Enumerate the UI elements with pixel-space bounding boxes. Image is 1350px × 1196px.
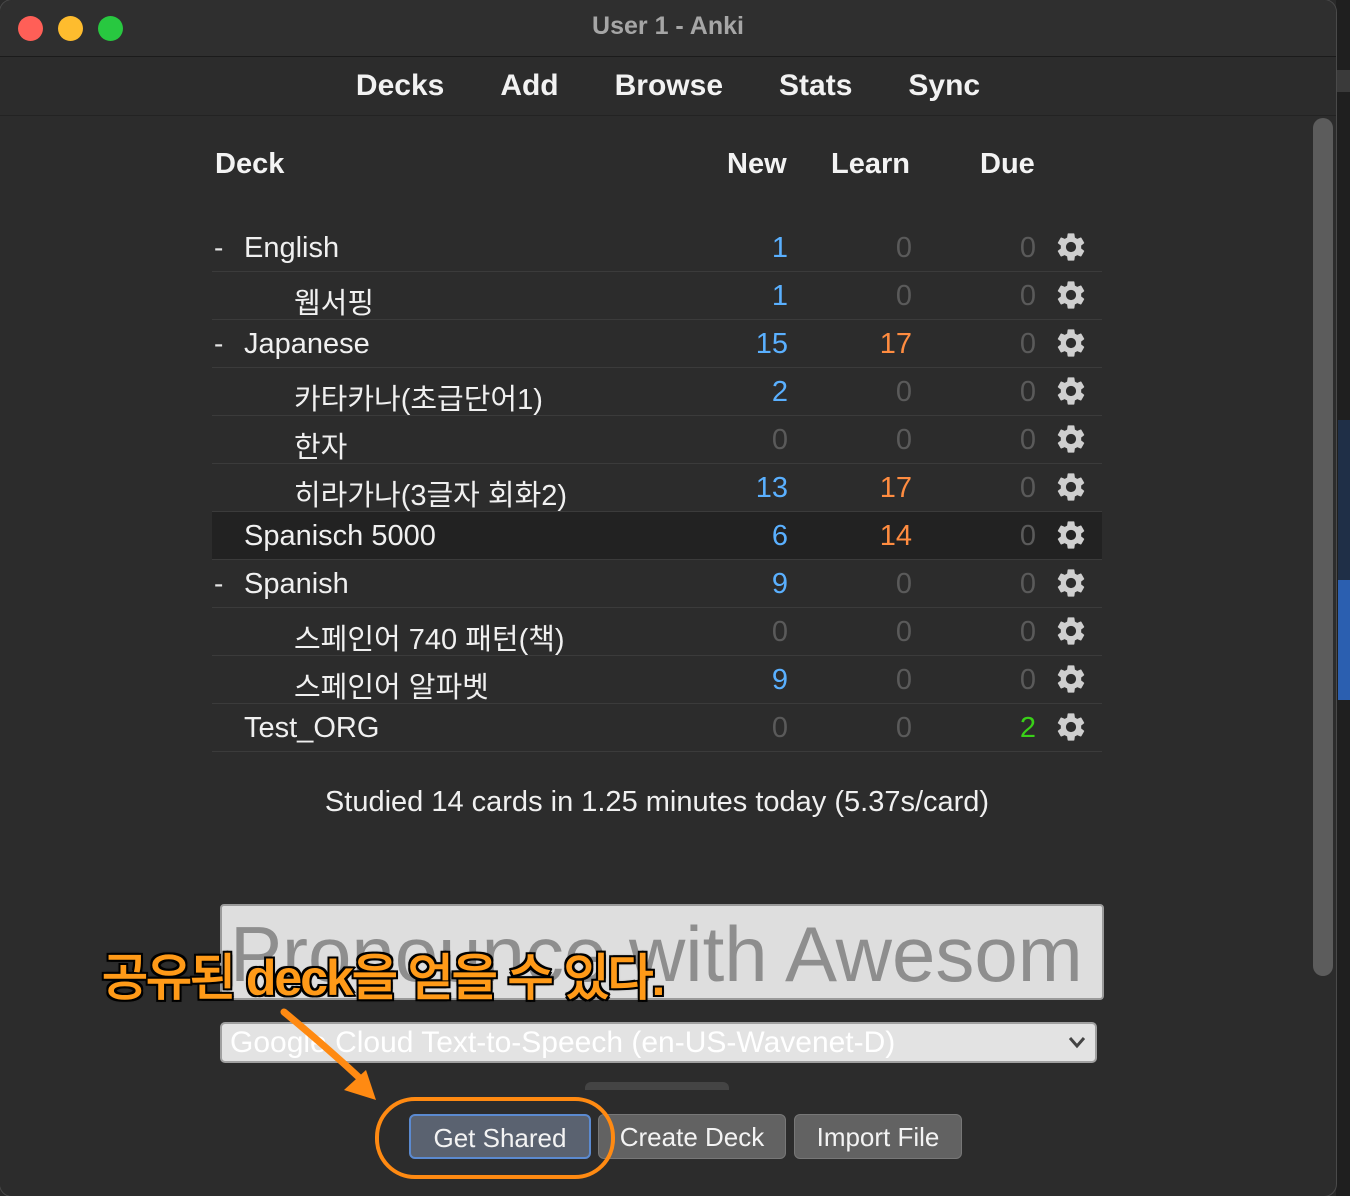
toolbar-stats[interactable]: Stats — [751, 57, 880, 115]
header-new: New — [727, 148, 787, 180]
due-count: 0 — [1019, 232, 1036, 264]
due-count: 0 — [1019, 376, 1036, 408]
studied-summary: Studied 14 cards in 1.25 minutes today (… — [324, 786, 990, 818]
deck-row[interactable]: Test_ORG 0 0 2 — [212, 704, 1102, 752]
due-count: 0 — [1019, 424, 1036, 456]
gear-icon[interactable] — [1054, 518, 1088, 552]
gear-icon[interactable] — [1054, 614, 1088, 648]
collapse-toggle[interactable]: - — [214, 568, 223, 600]
due-count: 0 — [1019, 280, 1036, 312]
gear-icon[interactable] — [1054, 470, 1088, 504]
gear-icon[interactable] — [1054, 326, 1088, 360]
toolbar-add[interactable]: Add — [472, 57, 586, 115]
main-toolbar: Decks Add Browse Stats Sync — [0, 57, 1336, 116]
deck-row[interactable]: 스페인어 740 패턴(책) 0 0 0 — [212, 608, 1102, 656]
learn-count: 0 — [895, 280, 912, 312]
header-deck: Deck — [215, 148, 285, 180]
new-count: 13 — [755, 472, 788, 504]
create-deck-button[interactable]: Create Deck — [598, 1114, 786, 1159]
deck-row[interactable]: - Japanese 15 17 0 — [212, 320, 1102, 368]
toolbar-decks[interactable]: Decks — [328, 57, 472, 115]
learn-count: 0 — [895, 232, 912, 264]
gear-icon[interactable] — [1054, 422, 1088, 456]
new-count: 1 — [771, 232, 788, 264]
anki-window: User 1 - Anki Decks Add Browse Stats Syn… — [0, 0, 1336, 1196]
deck-row[interactable]: Spanisch 5000 6 14 0 — [212, 512, 1102, 560]
deck-name[interactable]: Test_ORG — [244, 712, 379, 745]
background-window-edge — [1336, 0, 1350, 1196]
due-count: 0 — [1019, 616, 1036, 648]
deck-row[interactable]: - Spanish 9 0 0 — [212, 560, 1102, 608]
toolbar-sync[interactable]: Sync — [880, 57, 1008, 115]
due-count: 0 — [1019, 328, 1036, 360]
gear-icon[interactable] — [1054, 710, 1088, 744]
window-title: User 1 - Anki — [592, 12, 744, 40]
deck-name[interactable]: Spanisch 5000 — [244, 520, 436, 553]
deck-name[interactable]: Spanish — [244, 568, 349, 601]
collapse-toggle[interactable]: - — [214, 328, 223, 360]
annotation-callout: 공유된 deck을 얻을 수 있다. — [100, 949, 666, 1008]
due-count: 0 — [1019, 664, 1036, 696]
new-count: 1 — [771, 280, 788, 312]
deck-name[interactable]: 히라가나(3글자 회화2) — [294, 472, 567, 514]
highlight-circle — [375, 1097, 615, 1179]
due-count: 0 — [1019, 472, 1036, 504]
learn-count: 17 — [879, 472, 912, 504]
learn-count: 0 — [895, 376, 912, 408]
deck-name[interactable]: 스페인어 740 패턴(책) — [294, 616, 565, 658]
learn-count: 0 — [895, 616, 912, 648]
header-due: Due — [980, 148, 1035, 180]
gear-icon[interactable] — [1054, 278, 1088, 312]
deck-name[interactable]: 한자 — [294, 424, 347, 466]
title-bar: User 1 - Anki — [0, 0, 1336, 57]
gear-icon[interactable] — [1054, 230, 1088, 264]
header-learn: Learn — [831, 148, 910, 180]
gear-icon[interactable] — [1054, 374, 1088, 408]
deck-name[interactable]: English — [244, 232, 339, 265]
learn-count: 0 — [895, 568, 912, 600]
due-count: 2 — [1019, 712, 1036, 744]
new-count: 6 — [771, 520, 788, 552]
due-count: 0 — [1019, 568, 1036, 600]
deck-row[interactable]: 스페인어 알파벳 9 0 0 — [212, 656, 1102, 704]
vertical-scrollbar[interactable] — [1313, 118, 1333, 976]
toolbar-browse[interactable]: Browse — [587, 57, 751, 115]
deck-name[interactable]: 스페인어 알파벳 — [294, 664, 489, 706]
gear-icon[interactable] — [1054, 566, 1088, 600]
learn-count: 0 — [895, 424, 912, 456]
new-count: 0 — [771, 616, 788, 648]
new-count: 0 — [771, 424, 788, 456]
deck-name[interactable]: 카타카나(초급단어1) — [294, 376, 543, 418]
new-count: 0 — [771, 712, 788, 744]
deck-row[interactable]: 한자 0 0 0 — [212, 416, 1102, 464]
tab-indicator — [585, 1082, 729, 1090]
new-count: 9 — [771, 664, 788, 696]
new-count: 2 — [771, 376, 788, 408]
deck-row[interactable]: 히라가나(3글자 회화2) 13 17 0 — [212, 464, 1102, 512]
deck-name[interactable]: Japanese — [244, 328, 370, 361]
deck-name[interactable]: 웹서핑 — [294, 280, 374, 322]
deck-row[interactable]: 웹서핑 1 0 0 — [212, 272, 1102, 320]
import-file-button[interactable]: Import File — [794, 1114, 962, 1159]
learn-count: 14 — [879, 520, 912, 552]
new-count: 15 — [755, 328, 788, 360]
due-count: 0 — [1019, 520, 1036, 552]
gear-icon[interactable] — [1054, 662, 1088, 696]
arrow-icon — [280, 1008, 376, 1100]
learn-count: 0 — [895, 664, 912, 696]
learn-count: 17 — [879, 328, 912, 360]
collapse-toggle[interactable]: - — [214, 232, 223, 264]
learn-count: 0 — [895, 712, 912, 744]
deck-row[interactable]: - English 1 0 0 — [212, 224, 1102, 272]
deck-row[interactable]: 카타카나(초급단어1) 2 0 0 — [212, 368, 1102, 416]
new-count: 9 — [771, 568, 788, 600]
chevron-down-icon — [1068, 1037, 1086, 1049]
